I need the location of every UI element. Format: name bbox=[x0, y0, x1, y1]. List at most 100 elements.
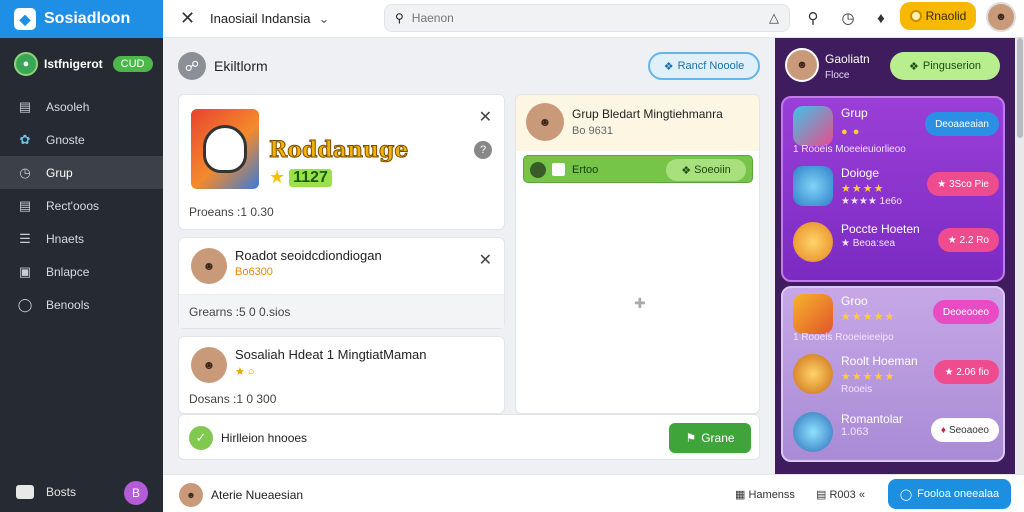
reward-item[interactable]: Doioge ★★★★ ★★★★ 1e6o ★ 3Sco Pie bbox=[791, 162, 1003, 214]
reward-meta: 1 Rooeis Moeeieuiorlieoo bbox=[793, 144, 906, 155]
status-item-code[interactable]: ▤ R003 « bbox=[816, 488, 865, 501]
search-icon[interactable]: ⚲ bbox=[803, 8, 823, 28]
person-card[interactable]: ☻ Sosaliah Hdeat 1 MingtiatMaman ★ ○ Dos… bbox=[178, 336, 505, 414]
reward-button-label: Deoaaeaian bbox=[935, 118, 989, 130]
timer-icon[interactable]: ◷ bbox=[838, 8, 858, 28]
sidebar-item-explore[interactable]: ✿ Gnoste bbox=[0, 123, 163, 156]
person-card[interactable]: ☻ Roadot seoidcdiondiogan Bo6300 ✕ Grear… bbox=[178, 237, 505, 329]
sidebar-item-groups[interactable]: ◷ Grup bbox=[0, 156, 163, 189]
search-icon: ⚲ bbox=[395, 11, 404, 25]
follow-button[interactable]: ◯ Fooloa oneealaa bbox=[888, 479, 1011, 509]
link-icon[interactable]: ☍ bbox=[178, 52, 206, 80]
sidebar-item-balance[interactable]: ▣ Bnlapce bbox=[0, 255, 163, 288]
tag-icon bbox=[793, 106, 833, 146]
reward-button[interactable]: ★ 3Sco Pie bbox=[927, 172, 999, 196]
group-panel: ☻ Grup Bledart Mingtiehmanra Bo 9631 Ert… bbox=[515, 94, 760, 414]
check-icon: ✓ bbox=[189, 426, 213, 450]
sidebar-item-label: Rect'ooos bbox=[46, 198, 99, 213]
group-subtitle: Bo 9631 bbox=[572, 125, 613, 137]
reward-item[interactable]: Romantolar 1.063 ♦ Seoaoeo bbox=[791, 408, 1003, 460]
reward-button[interactable]: ★ 2.2 Ro bbox=[937, 228, 999, 252]
trophy-icon bbox=[793, 354, 833, 394]
rewards-user-avatar[interactable]: ☻ bbox=[785, 48, 819, 82]
share-button[interactable]: ❖ Rancf Nooole bbox=[648, 52, 760, 80]
rewards-head-button[interactable]: ❖ Pinguserion bbox=[890, 52, 1000, 80]
game-card[interactable]: Roddanuge ★ 1127 ✕ ? Proeans :1 0.30 bbox=[178, 94, 505, 230]
reward-meta: Rooeis bbox=[841, 384, 873, 395]
notification-badge[interactable]: B bbox=[124, 481, 148, 505]
brand[interactable]: ◆ Sosiadloon bbox=[0, 0, 163, 38]
heart-icon: ♦ bbox=[940, 424, 946, 436]
close-icon[interactable]: ✕ bbox=[479, 250, 492, 270]
workspace-selector[interactable]: Inaosiail Indansia ⌄ bbox=[210, 11, 329, 27]
tag-icon: ❖ bbox=[663, 60, 674, 73]
reward-stars: ★★★★★ bbox=[841, 311, 896, 323]
medal-icon bbox=[793, 412, 833, 452]
reward-title: Romantolar bbox=[841, 412, 904, 426]
status-item-members[interactable]: ▦ Hamenss bbox=[735, 488, 795, 501]
search-input[interactable] bbox=[411, 11, 769, 25]
sidebar-item-settings[interactable]: ◯ Benools bbox=[0, 288, 163, 321]
group-header[interactable]: ☻ Grup Bledart Mingtiehmanra Bo 9631 bbox=[516, 95, 759, 151]
brand-name: Sosiadloon bbox=[44, 10, 131, 27]
tag-icon: ❖ bbox=[681, 164, 692, 177]
clock-icon: ◷ bbox=[19, 164, 31, 180]
reward-title: Roolt Hoeman bbox=[841, 354, 918, 368]
status-avatar[interactable]: ☻ bbox=[179, 483, 203, 507]
card-footer: Dosans :1 0 300 bbox=[189, 392, 277, 406]
document-icon bbox=[552, 163, 565, 176]
crosshair-icon: ✚ bbox=[634, 295, 646, 311]
search-bar[interactable]: ⚲ △ bbox=[384, 4, 790, 32]
home-icon: ▤ bbox=[18, 98, 32, 114]
bell-icon[interactable]: ♦ bbox=[871, 8, 891, 28]
profile-avatar[interactable]: ☻ bbox=[986, 2, 1016, 32]
flag-icon: ⚑ bbox=[685, 431, 697, 445]
premium-button[interactable]: Rnaolid bbox=[900, 2, 976, 30]
person-avatar: ☻ bbox=[191, 347, 227, 383]
reward-meta: ★ Beoa:sea bbox=[841, 238, 895, 249]
user-avatar: ● bbox=[14, 52, 38, 76]
reward-button[interactable]: ♦ Seoaoeo bbox=[930, 418, 999, 442]
sidebar: ● Istfnigerot CUD ▤ Asooleh ✿ Gnoste ◷ Grup… bbox=[0, 38, 163, 512]
reward-title: Poccte Hoeten bbox=[841, 222, 920, 236]
sidebar-user-badge: CUD bbox=[112, 56, 153, 72]
scrollbar[interactable] bbox=[1016, 38, 1024, 474]
sidebar-footer[interactable]: Bosts B bbox=[0, 472, 163, 512]
sidebar-item-hearts[interactable]: ☰ Hnaets bbox=[0, 222, 163, 255]
reward-item[interactable]: Poccte Hoeten ★ Beoa:sea ★ 2.2 Ro bbox=[791, 218, 1003, 270]
sidebar-item-label: Grup bbox=[46, 165, 73, 180]
reward-item[interactable]: Groo ★★★★★ 1 Rooeis Rooeieieeipo Deoeooe… bbox=[791, 290, 1003, 343]
game-score-value: 1127 bbox=[289, 168, 332, 187]
join-row[interactable]: Ertoo ❖ Soeoiin bbox=[523, 155, 753, 183]
filter-icon[interactable]: △ bbox=[769, 10, 779, 26]
join-button-label: Soeoiin bbox=[694, 164, 731, 176]
scrollbar-thumb[interactable] bbox=[1017, 38, 1023, 138]
reward-button[interactable]: ★ 2.06 fio bbox=[934, 360, 999, 384]
sidebar-item-recents[interactable]: ▤ Rect'ooos bbox=[0, 189, 163, 222]
person-subtitle: Bo6300 bbox=[235, 266, 273, 278]
sidebar-item-label: Bnlapce bbox=[46, 264, 90, 279]
sidebar-item-home[interactable]: ▤ Asooleh bbox=[0, 90, 163, 123]
top-bar: ◆ Sosiadloon ✕ Inaosiail Indansia ⌄ ⚲ △ ⚲… bbox=[0, 0, 1024, 38]
sidebar-user-name: Istfnigerot bbox=[44, 57, 103, 71]
info-icon[interactable]: ? bbox=[474, 141, 492, 159]
reward-stars: ★★★★★ bbox=[841, 371, 896, 383]
status-item-label: Hamenss bbox=[748, 489, 795, 501]
reward-title: Doioge bbox=[841, 166, 880, 180]
sidebar-user[interactable]: ● Istfnigerot CUD bbox=[0, 38, 163, 90]
bird-icon bbox=[793, 166, 833, 206]
reward-item[interactable]: Grup ● ● Deoaaeaian 1 Rooeis Moeeieuiorl… bbox=[791, 102, 1003, 155]
chat-icon: ◯ bbox=[899, 488, 913, 501]
rewards-panel: ☻ Gaoliatn Floce ❖ Pinguserion Grup ● ● D… bbox=[775, 38, 1015, 512]
document-icon: ▤ bbox=[18, 197, 32, 213]
reward-meta: ★★★★ 1e6o bbox=[841, 196, 902, 207]
close-icon[interactable]: ✕ bbox=[180, 8, 195, 29]
reward-button[interactable]: Deoaaeaian bbox=[925, 112, 999, 136]
close-icon[interactable]: ✕ bbox=[479, 107, 492, 127]
join-button[interactable]: ❖ Soeoiin bbox=[666, 159, 746, 181]
reward-button[interactable]: Deoeooeo bbox=[932, 300, 999, 324]
complete-button[interactable]: ⚑ Grane bbox=[669, 423, 751, 453]
game-score: ★ 1127 bbox=[269, 167, 332, 188]
reward-item[interactable]: Roolt Hoeman ★★★★★ Rooeis ★ 2.06 fio bbox=[791, 350, 1003, 402]
coin-icon bbox=[793, 222, 833, 262]
